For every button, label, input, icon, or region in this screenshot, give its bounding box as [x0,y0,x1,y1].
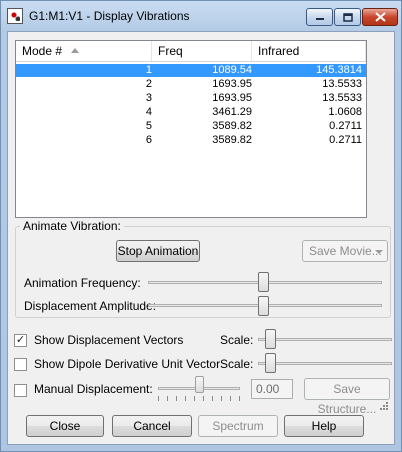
column-header-mode[interactable]: Mode # [16,41,152,61]
vectors-scale-slider[interactable] [265,329,276,349]
minimize-button[interactable] [306,8,333,26]
table-row[interactable]: 5 3589.82 0.2711 [16,120,366,133]
help-button[interactable]: Help [284,415,364,437]
maximize-icon [342,12,353,22]
freq-cell: 1693.95 [212,92,252,104]
close-icon [374,12,386,22]
maximize-button[interactable] [334,8,361,26]
manual-displacement-ticks [158,396,240,401]
infrared-cell: 1.0608 [328,106,362,118]
manual-displacement-checkbox[interactable] [14,384,27,397]
displacement-amplitude-slider[interactable] [258,296,269,316]
close-button[interactable]: Close [26,415,104,437]
mode-cell: 1 [145,64,152,76]
show-dipole-derivative-checkbox[interactable] [14,358,27,371]
animation-frequency-label: Animation Frequency: [24,276,141,290]
dipole-scale-slider[interactable] [265,353,276,373]
freq-cell: 1089.54 [212,64,252,76]
title-bar[interactable]: G1:M1:V1 - Display Vibrations [1,1,401,31]
freq-cell: 3589.82 [212,134,252,146]
table-row[interactable]: 2 1693.95 13.5533 [16,78,366,91]
close-window-button[interactable] [362,8,398,26]
infrared-cell: 13.5533 [322,92,362,104]
display-vibrations-window: G1:M1:V1 - Display Vibrations Mode # Fre… [0,0,402,452]
sort-ascending-icon [71,48,79,53]
mode-cell: 3 [145,92,152,104]
infrared-cell: 13.5533 [322,78,362,90]
animate-vibration-label: Animate Vibration: [20,219,124,233]
minimize-icon [315,18,324,20]
dipole-scale-track[interactable] [258,362,392,365]
column-header-mode-label: Mode # [22,44,63,58]
spectrum-button: Spectrum [198,415,278,437]
cancel-button[interactable]: Cancel [112,415,192,437]
table-row[interactable]: 6 3589.82 0.2711 [16,134,366,147]
manual-displacement-label: Manual Displacement: [34,382,153,396]
infrared-cell: 0.2711 [329,134,362,146]
manual-displacement-value: 0.00 [251,379,293,399]
show-displacement-vectors-label: Show Displacement Vectors [34,333,184,347]
save-movie-button: Save Movie... [302,240,388,262]
column-header-infrared-label: Infrared [258,44,300,58]
vectors-scale-label: Scale: [220,333,254,347]
table-row[interactable]: 4 3461.29 1.0608 [16,106,366,119]
column-header-freq[interactable]: Freq [152,41,252,61]
freq-cell: 3589.82 [212,120,252,132]
dipole-scale-label: Scale: [220,357,254,371]
resize-grip-icon[interactable] [379,401,389,411]
manual-displacement-slider [195,376,204,393]
show-dipole-derivative-label: Show Dipole Derivative Unit Vector [34,357,221,371]
dialog-body: Mode # Freq Infrared 1 1089.54 145.3814 … [7,31,395,445]
animation-frequency-slider[interactable] [258,272,269,292]
mode-cell: 2 [145,78,152,90]
vectors-scale-track[interactable] [258,338,392,341]
app-icon [7,8,23,24]
infrared-cell: 0.2711 [329,120,362,132]
column-header-freq-label: Freq [158,44,183,58]
freq-cell: 1693.95 [212,78,252,90]
displacement-amplitude-label: Displacement Amplitude: [24,299,157,313]
column-header-infrared[interactable]: Infrared [252,41,366,61]
mode-cell: 6 [145,134,152,146]
vibration-mode-list[interactable]: Mode # Freq Infrared 1 1089.54 145.3814 … [15,40,367,218]
mode-cell: 4 [145,106,152,118]
infrared-cell: 145.3814 [316,64,362,76]
save-structure-button: Save Structure... [304,378,390,416]
show-displacement-vectors-checkbox[interactable]: ✓ [14,334,27,347]
stop-animation-button[interactable]: Stop Animation [116,240,200,262]
window-title: G1:M1:V1 - Display Vibrations [29,9,190,23]
freq-cell: 3461.29 [212,106,252,118]
mode-cell: 5 [145,120,152,132]
save-movie-label: Save Movie... [309,244,382,258]
table-row[interactable]: 1 1089.54 145.3814 [16,64,366,77]
list-header: Mode # Freq Infrared [16,41,366,62]
table-row[interactable]: 3 1693.95 13.5533 [16,92,366,105]
dropdown-arrow-icon [375,241,383,267]
